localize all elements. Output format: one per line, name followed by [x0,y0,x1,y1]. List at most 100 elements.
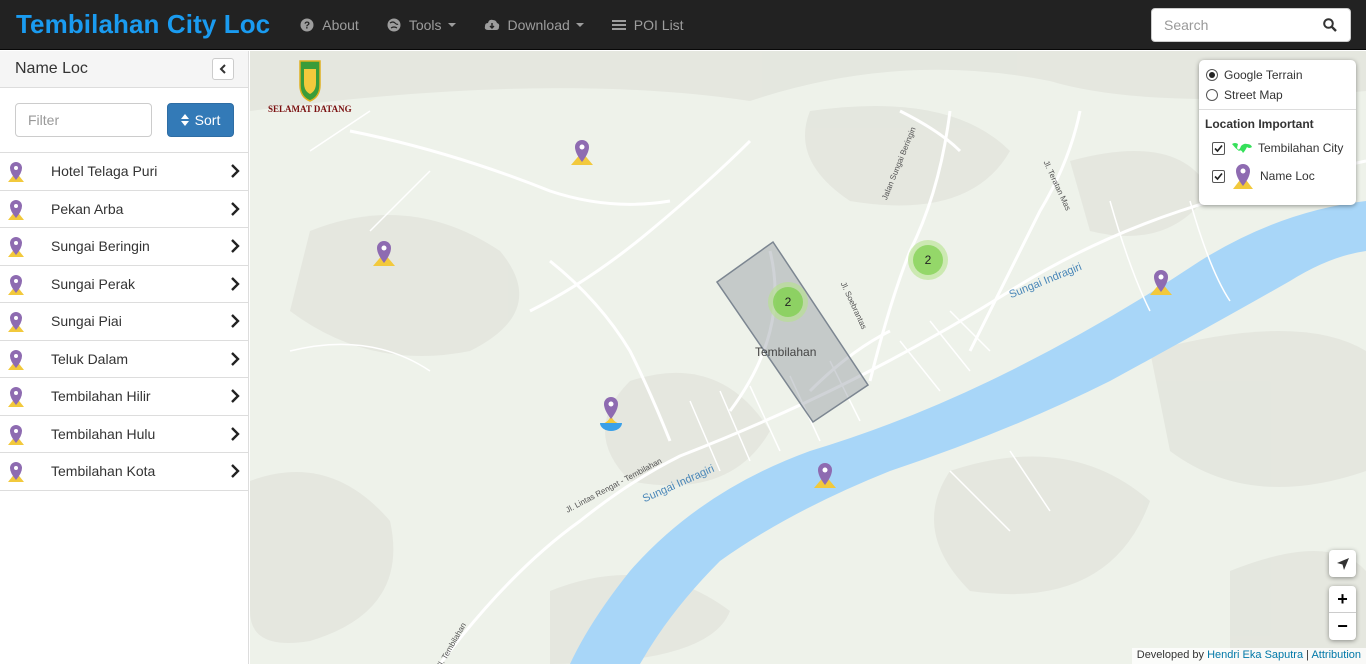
chevron-right-icon [231,201,240,216]
overlay-name-loc[interactable]: Name Loc [1199,162,1356,190]
layer-divider [1199,109,1356,110]
nav-about-label: About [322,16,359,33]
sort-button-label: Sort [194,112,221,128]
overlay-group-title: Location Important [1205,117,1314,131]
world-map-icon [1232,143,1252,153]
globe-icon [387,18,401,31]
attribution-link[interactable]: Attribution [1311,649,1361,661]
chevron-left-icon [219,64,226,74]
locate-me-button[interactable] [1329,550,1356,577]
radio-selected-icon[interactable] [1206,69,1218,81]
checkbox-checked-icon[interactable] [1212,169,1225,183]
nav-tools-label: Tools [408,16,442,33]
radio-unselected-icon[interactable] [1206,89,1218,101]
chevron-right-icon [231,314,240,328]
marker-cluster[interactable]: 2 [768,282,808,322]
logo-caption: SELAMAT DATANG [268,104,352,114]
zoom-out-button[interactable]: − [1329,613,1356,640]
layer-google-terrain[interactable]: Google Terrain [1199,65,1356,85]
poi-list-item-label: Tembilahan Kota [51,463,156,480]
chevron-right-icon [231,426,240,441]
nav-tools[interactable]: Tools [373,0,470,50]
question-circle-icon: ? [300,18,314,31]
poi-list-item[interactable]: Pekan Arba [0,191,248,228]
map-attribution: Developed by Hendri Eka Saputra | Attrib… [1131,648,1366,664]
poi-list-item-label: Sungai Piai [51,313,122,330]
location-arrow-icon [1336,557,1349,570]
cloud-download-icon [484,19,499,30]
city-label: Tembilahan [755,345,817,359]
regency-logo: SELAMAT DATANG [264,57,364,121]
poi-marker-icon [8,237,24,257]
nav-poi-list[interactable]: POI List [598,0,698,50]
map-view[interactable]: Tembilahan Sungai Indragiri Sungai Indra… [250,51,1366,664]
poi-list: Hotel Telaga Puri Pekan Arba Sungai Bering… [0,153,248,491]
overlay-tembilahan-city-label: Tembilahan City [1258,141,1344,155]
sort-icon [180,114,189,126]
chevron-right-icon [231,239,240,253]
nav-download[interactable]: Download [470,0,598,50]
author-link[interactable]: Hendri Eka Saputra [1207,649,1303,661]
poi-marker-icon [8,462,24,482]
chevron-right-icon [231,164,240,178]
sidebar: Name Loc Sort Hotel Telaga Puri Pekan Arb… [0,51,249,664]
poi-marker-icon [571,140,593,165]
poi-map-marker[interactable] [599,395,623,434]
poi-list-item[interactable]: Sungai Piai [0,303,248,341]
layer-google-terrain-label: Google Terrain [1224,68,1303,82]
app-brand[interactable]: Tembilahan City Loc [16,9,270,40]
checkbox-checked-icon[interactable] [1212,141,1225,155]
poi-marker-icon [1233,164,1253,189]
caret-down-icon [447,22,456,27]
cluster-count: 2 [773,287,803,317]
poi-marker-icon [8,424,24,445]
zoom-in-button[interactable]: + [1329,586,1356,613]
cluster-count: 2 [913,245,943,275]
poi-list-item[interactable]: Tembilahan Hilir [0,378,248,416]
svg-text:?: ? [304,20,310,31]
poi-map-marker[interactable] [372,239,396,270]
filter-input[interactable] [15,103,152,137]
layer-street-map-label: Street Map [1224,88,1283,102]
poi-list-item-label: Tembilahan Hulu [51,425,156,442]
nav-download-label: Download [507,16,570,33]
collapse-sidebar-button[interactable] [212,58,234,80]
poi-marker-icon [8,312,24,332]
attribution-prefix: Developed by [1136,649,1205,661]
poi-list-item[interactable]: Tembilahan Hulu [0,416,248,453]
poi-list-item-label: Hotel Telaga Puri [51,163,158,180]
poi-list-item[interactable]: Sungai Perak [0,266,248,303]
layer-control: Google Terrain Street Map Location Impor… [1199,60,1356,205]
poi-list-item[interactable]: Sungai Beringin [0,228,248,266]
marker-cluster[interactable]: 2 [908,240,948,280]
poi-map-marker[interactable] [570,138,594,169]
poi-list-item[interactable]: Tembilahan Kota [0,453,248,491]
sidebar-header: Name Loc [0,51,248,88]
zoom-control: + − [1329,586,1356,640]
attribution-separator: | [1306,649,1310,661]
caret-down-icon [575,22,584,27]
nav-about[interactable]: ? About [286,0,373,50]
water-poi-marker-icon [600,397,622,431]
search-button[interactable] [1312,9,1348,41]
poi-map-marker[interactable] [1149,268,1173,299]
chevron-right-icon [231,351,240,366]
poi-list-item-label: Tembilahan Hilir [51,388,151,405]
layer-street-map[interactable]: Street Map [1199,85,1356,105]
poi-marker-icon [8,162,24,182]
sort-button[interactable]: Sort [167,103,234,137]
list-icon [611,19,626,30]
search-input[interactable] [1152,10,1312,40]
poi-marker-icon [1150,270,1172,295]
chevron-right-icon [231,389,240,403]
overlay-tembilahan-city[interactable]: Tembilahan City [1199,134,1356,162]
overlay-name-loc-label: Name Loc [1260,169,1315,183]
poi-marker-icon [8,199,24,220]
poi-map-marker[interactable] [813,461,837,492]
search-icon [1323,18,1337,32]
poi-marker-icon [8,387,24,407]
nav-poi-list-label: POI List [633,16,684,33]
poi-list-item[interactable]: Teluk Dalam [0,341,248,378]
poi-list-item-label: Pekan Arba [51,200,124,217]
poi-list-item[interactable]: Hotel Telaga Puri [0,153,248,191]
